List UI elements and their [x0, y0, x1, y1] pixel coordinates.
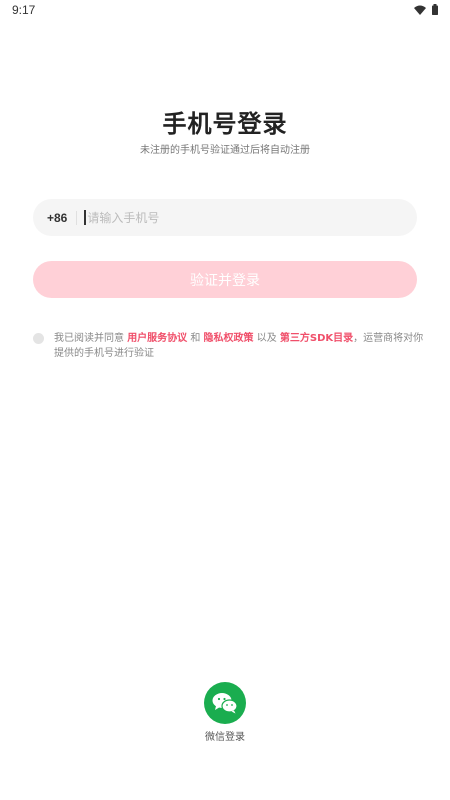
agreement-prefix: 我已阅读并同意 [54, 333, 128, 344]
privacy-policy-link[interactable]: 隐私权政策 [204, 333, 254, 344]
agreement-text: 我已阅读并同意 用户服务协议 和 隐私权政策 以及 第三方SDK目录，运营商将对… [54, 331, 424, 361]
status-time: 9:17 [12, 3, 36, 17]
wechat-login[interactable]: 微信登录 [190, 682, 260, 743]
country-code-divider [76, 210, 78, 225]
page-subtitle: 未注册的手机号验证通过后将自动注册 [140, 145, 310, 156]
wechat-login-button[interactable] [204, 682, 246, 724]
agreement-checkbox[interactable] [33, 333, 44, 344]
battery-icon [432, 4, 438, 15]
wifi-icon [414, 5, 426, 15]
phone-number-input[interactable] [87, 210, 417, 225]
status-bar: 9:17 [0, 0, 450, 22]
country-code-selector[interactable]: +86 [47, 211, 67, 225]
phone-input-box[interactable]: +86 [33, 199, 417, 236]
agreement-and: 和 [187, 333, 204, 344]
verify-login-button[interactable]: 验证并登录 [33, 261, 417, 298]
sdk-list-link[interactable]: 第三方SDK目录 [280, 333, 353, 344]
text-cursor [84, 210, 87, 225]
user-agreement-link[interactable]: 用户服务协议 [127, 333, 187, 344]
status-icons [414, 4, 438, 15]
wechat-icon [212, 693, 238, 714]
agreement-also: 以及 [253, 333, 280, 344]
page-title: 手机号登录 [162, 110, 288, 138]
wechat-login-label: 微信登录 [205, 732, 245, 743]
